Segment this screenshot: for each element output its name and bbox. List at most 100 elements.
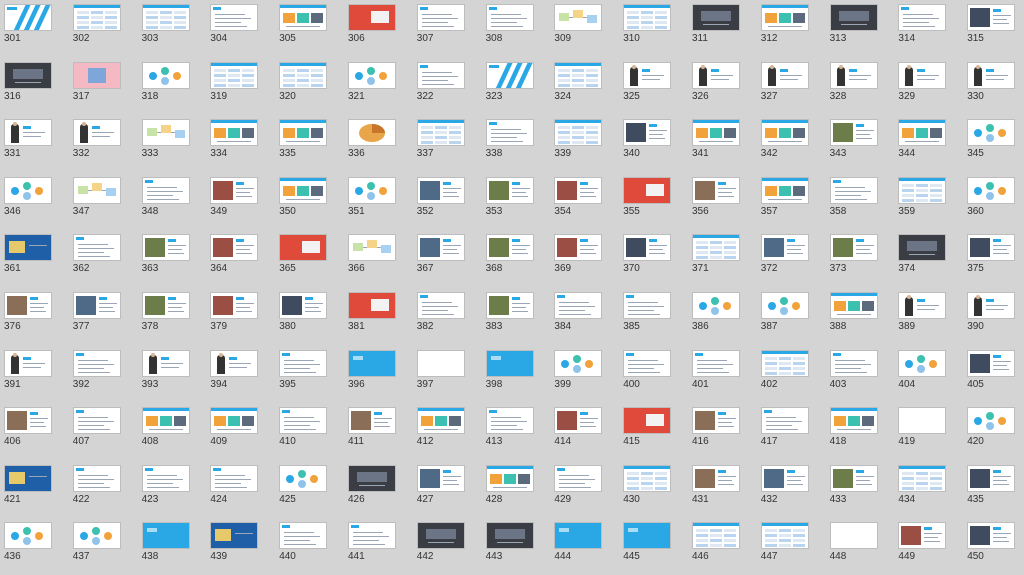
slide-preview[interactable] (210, 61, 259, 89)
slide-thumbnail[interactable]: 361 (2, 230, 70, 287)
slide-thumbnail[interactable]: 406 (2, 403, 70, 460)
slide-preview[interactable] (554, 61, 603, 89)
slide-thumbnail[interactable]: 425 (277, 461, 345, 518)
slide-preview[interactable] (485, 407, 534, 435)
slide-preview[interactable] (279, 61, 328, 89)
slide-preview[interactable] (967, 234, 1016, 262)
slide-thumbnail[interactable]: 346 (2, 173, 70, 230)
slide-thumbnail[interactable]: 334 (208, 115, 276, 172)
slide-thumbnail[interactable]: 349 (208, 173, 276, 230)
slide-thumbnail[interactable]: 352 (415, 173, 483, 230)
slide-preview[interactable] (210, 292, 259, 319)
slide-preview[interactable] (485, 522, 534, 550)
slide-preview[interactable] (72, 464, 121, 492)
slide-thumbnail[interactable]: 422 (71, 461, 139, 518)
slide-thumbnail[interactable]: 427 (415, 461, 483, 518)
slide-thumbnail[interactable]: 444 (552, 518, 620, 575)
slide-preview[interactable] (967, 522, 1016, 550)
slide-thumbnail[interactable]: 341 (690, 115, 758, 172)
slide-preview[interactable] (898, 119, 947, 147)
slide-preview[interactable] (279, 464, 328, 492)
slide-thumbnail[interactable]: 325 (621, 58, 689, 115)
slide-preview[interactable] (898, 349, 947, 377)
slide-thumbnail[interactable]: 440 (277, 518, 345, 575)
slide-thumbnail[interactable]: 308 (484, 0, 552, 57)
slide-preview[interactable] (72, 407, 121, 435)
slide-preview[interactable] (72, 522, 121, 550)
slide-preview[interactable] (692, 464, 740, 492)
slide-thumbnail[interactable]: 348 (140, 173, 208, 230)
slide-preview[interactable] (141, 407, 190, 435)
slide-preview[interactable] (967, 464, 1016, 492)
slide-thumbnail[interactable]: 419 (896, 403, 964, 460)
slide-preview[interactable] (210, 234, 259, 262)
slide-thumbnail[interactable]: 344 (896, 115, 964, 172)
slide-thumbnail[interactable]: 435 (965, 461, 1024, 518)
slide-thumbnail[interactable]: 438 (140, 518, 208, 575)
slide-thumbnail[interactable]: 362 (71, 230, 139, 287)
slide-preview[interactable] (760, 4, 809, 31)
slide-thumbnail[interactable]: 319 (208, 58, 276, 115)
slide-thumbnail[interactable]: 439 (208, 518, 276, 575)
slide-thumbnail[interactable]: 333 (140, 115, 208, 172)
slide-preview[interactable] (416, 407, 465, 435)
slide-preview[interactable] (554, 119, 603, 147)
slide-thumbnail[interactable]: 441 (346, 518, 414, 575)
slide-preview[interactable] (623, 4, 672, 31)
slide-thumbnail[interactable]: 426 (346, 461, 414, 518)
slide-thumbnail[interactable]: 339 (552, 115, 620, 172)
slide-preview[interactable] (72, 119, 121, 147)
slide-thumbnail[interactable]: 332 (71, 115, 139, 172)
slide-thumbnail[interactable]: 321 (346, 58, 414, 115)
slide-preview[interactable] (692, 349, 740, 377)
slide-preview[interactable] (485, 119, 534, 147)
slide-preview[interactable] (141, 61, 190, 89)
slide-preview[interactable] (348, 407, 396, 435)
slide-thumbnail[interactable]: 318 (140, 58, 208, 115)
slide-thumbnail[interactable]: 350 (277, 173, 345, 230)
slide-thumbnail[interactable]: 375 (965, 230, 1024, 287)
slide-preview[interactable] (898, 292, 947, 319)
slide-thumbnail[interactable]: 351 (346, 173, 414, 230)
slide-preview[interactable] (898, 176, 947, 204)
slide-thumbnail[interactable]: 423 (140, 461, 208, 518)
slide-preview[interactable] (967, 4, 1016, 31)
slide-preview[interactable] (416, 61, 465, 89)
slide-thumbnail[interactable]: 392 (71, 346, 139, 403)
slide-thumbnail[interactable]: 312 (759, 0, 827, 57)
slide-thumbnail[interactable]: 329 (896, 58, 964, 115)
slide-preview[interactable] (829, 119, 878, 147)
slide-thumbnail[interactable]: 331 (2, 115, 70, 172)
slide-thumbnail[interactable]: 307 (415, 0, 483, 57)
slide-preview[interactable] (692, 176, 740, 204)
slide-preview[interactable] (279, 292, 328, 319)
slide-thumbnail[interactable]: 377 (71, 288, 139, 345)
slide-preview[interactable] (898, 61, 947, 89)
slide-thumbnail[interactable]: 302 (71, 0, 139, 57)
slide-preview[interactable] (554, 234, 603, 262)
slide-thumbnail[interactable]: 373 (828, 230, 896, 287)
slide-thumbnail[interactable]: 372 (759, 230, 827, 287)
slide-preview[interactable] (967, 119, 1016, 147)
slide-preview[interactable] (141, 292, 190, 319)
slide-thumbnail[interactable]: 317 (71, 58, 139, 115)
slide-preview[interactable] (416, 292, 465, 319)
slide-preview[interactable] (279, 4, 328, 31)
slide-thumbnail[interactable]: 449 (896, 518, 964, 575)
slide-thumbnail[interactable]: 397 (415, 346, 483, 403)
slide-thumbnail[interactable]: 374 (896, 230, 964, 287)
slide-thumbnail[interactable]: 413 (484, 403, 552, 460)
slide-thumbnail[interactable]: 447 (759, 518, 827, 575)
slide-preview[interactable] (623, 522, 672, 550)
slide-thumbnail[interactable]: 436 (2, 518, 70, 575)
slide-preview[interactable] (348, 349, 396, 377)
slide-preview[interactable] (4, 4, 52, 31)
slide-preview[interactable] (898, 522, 947, 550)
slide-preview[interactable] (141, 119, 190, 147)
slide-preview[interactable] (279, 234, 328, 262)
slide-thumbnail[interactable]: 371 (690, 230, 758, 287)
slide-preview[interactable] (141, 349, 190, 377)
slide-preview[interactable] (554, 4, 603, 31)
slide-preview[interactable] (760, 234, 809, 262)
slide-preview[interactable] (4, 292, 52, 319)
